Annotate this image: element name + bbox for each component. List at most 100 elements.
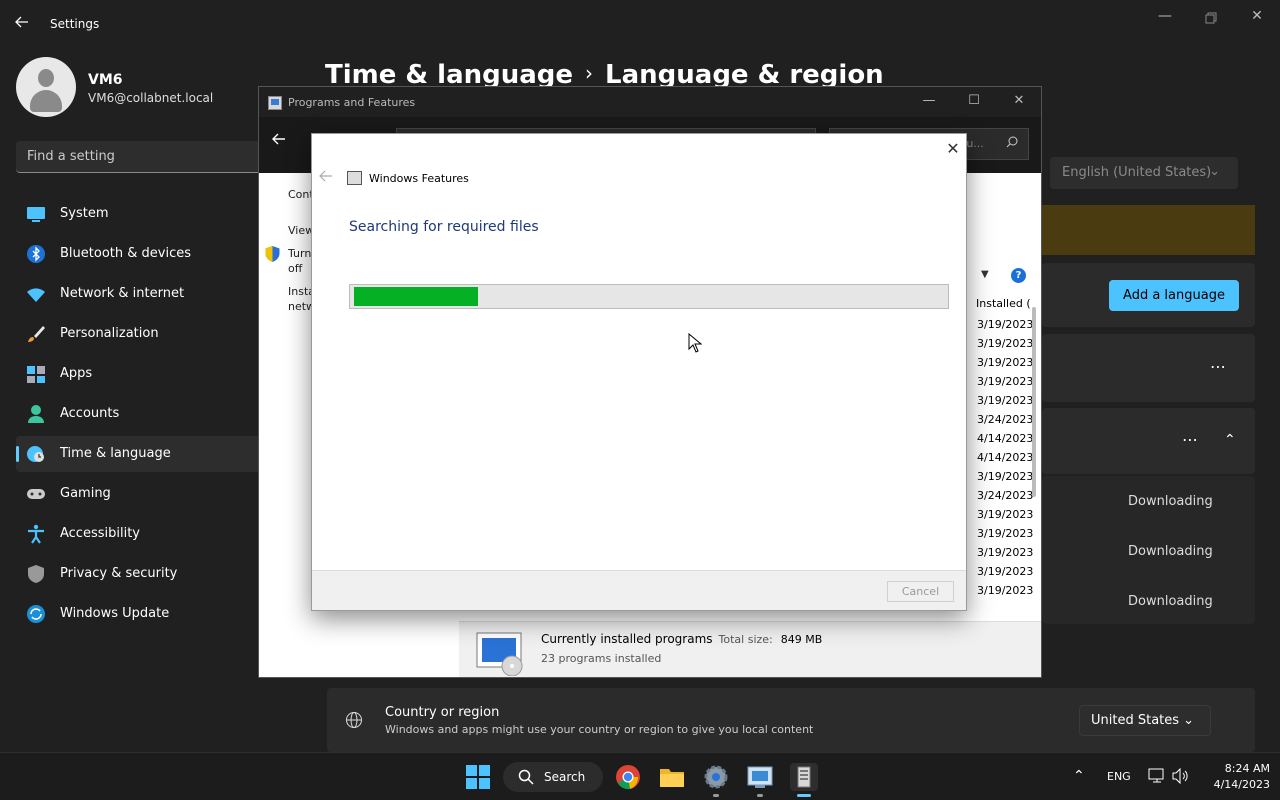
- taskbar-search-button[interactable]: Search: [503, 762, 603, 792]
- column-header-installed-on[interactable]: Installed (: [976, 297, 1031, 310]
- side-link-turn-features[interactable]: Turn: [288, 247, 311, 260]
- settings-gear-icon[interactable]: [702, 763, 730, 791]
- chrome-icon[interactable]: [614, 763, 642, 791]
- gamepad-icon: [26, 484, 46, 504]
- chevron-up-icon[interactable]: ⌃: [1224, 432, 1236, 448]
- sidebar-item-time-language[interactable]: Time & language: [16, 436, 266, 472]
- mouse-cursor-icon: [688, 332, 703, 353]
- progress-bar: [349, 284, 949, 309]
- running-indicator: [713, 794, 719, 797]
- start-windows-icon[interactable]: [464, 763, 492, 791]
- taskbar: Search ⌃ ENG 8:24 AM 4/14/2023: [0, 752, 1280, 800]
- settings-titlebar: Settings — ✕: [0, 0, 1280, 48]
- sidebar-item-system[interactable]: System: [16, 196, 266, 232]
- country-region-dropdown[interactable]: United States ⌄: [1079, 705, 1211, 736]
- sidebar-item-label: Gaming: [60, 486, 111, 501]
- app-title: Settings: [50, 17, 100, 31]
- total-size-label: Total size:: [718, 633, 773, 646]
- side-link-turn-features-cont[interactable]: off: [288, 262, 302, 275]
- scrollbar[interactable]: [1032, 307, 1036, 497]
- file-explorer-icon[interactable]: [658, 763, 686, 791]
- table-cell-date: 3/19/2023: [977, 584, 1034, 597]
- table-cell-date: 3/19/2023: [977, 565, 1034, 578]
- accessibility-icon: [26, 524, 46, 544]
- taskbar-search-label: Search: [544, 770, 586, 784]
- uac-shield-icon: [265, 246, 280, 266]
- side-link-control-panel-home[interactable]: Cont: [288, 188, 314, 201]
- programs-count: 23 programs installed: [541, 652, 662, 665]
- windows-features-icon: [347, 171, 362, 185]
- more-options-icon[interactable]: ⋯: [1182, 430, 1199, 449]
- sidebar-item-label: Time & language: [60, 446, 171, 461]
- shield-icon: [26, 564, 46, 584]
- download-status: Downloading: [1128, 494, 1213, 509]
- cancel-button[interactable]: Cancel: [887, 581, 954, 602]
- input-language[interactable]: ENG: [1107, 770, 1131, 783]
- warning-banner: [1042, 205, 1255, 255]
- sidebar-item-personalization[interactable]: Personalization: [16, 316, 266, 352]
- programs-status-title: Currently installed programs: [541, 632, 713, 646]
- sidebar-item-label: Apps: [60, 366, 93, 381]
- preferred-language-dropdown[interactable]: English (United States) ⌄: [1050, 157, 1238, 189]
- back-arrow-icon[interactable]: [271, 131, 287, 151]
- sidebar-item-apps[interactable]: Apps: [16, 356, 266, 392]
- system-clock[interactable]: 8:24 AM 4/14/2023: [1200, 761, 1270, 793]
- sidebar-item-label: Personalization: [60, 326, 159, 341]
- programs-icon: [476, 632, 526, 677]
- close-icon[interactable]: ✕: [1004, 93, 1034, 111]
- tray-chevron-up-icon[interactable]: ⌃: [1073, 768, 1085, 784]
- bluetooth-icon: [26, 244, 46, 264]
- search-icon: [1005, 135, 1019, 152]
- sidebar-item-network[interactable]: Network & internet: [16, 276, 266, 312]
- person-icon: [26, 404, 46, 424]
- country-region-title: Country or region: [385, 705, 500, 720]
- clock-time: 8:24 AM: [1224, 762, 1270, 775]
- table-cell-date: 4/14/2023: [977, 432, 1034, 445]
- help-icon[interactable]: ?: [1011, 268, 1026, 283]
- sidebar-item-bluetooth[interactable]: Bluetooth & devices: [16, 236, 266, 272]
- table-cell-date: 3/19/2023: [977, 527, 1034, 540]
- minimize-icon[interactable]: —: [914, 93, 944, 111]
- back-arrow-icon[interactable]: [14, 14, 34, 34]
- sidebar-item-accounts[interactable]: Accounts: [16, 396, 266, 432]
- windows-features-dialog: ✕ Windows Features Searching for require…: [311, 133, 967, 611]
- windows-features-task-icon[interactable]: [790, 763, 818, 791]
- progress-bar-fill: [354, 287, 478, 306]
- sidebar-item-label: Accounts: [60, 406, 120, 421]
- search-input[interactable]: Find a setting: [16, 141, 276, 173]
- sidebar-item-gaming[interactable]: Gaming: [16, 476, 266, 512]
- close-icon[interactable]: ✕: [1234, 8, 1280, 28]
- wifi-icon: [26, 284, 46, 304]
- download-status: Downloading: [1128, 594, 1213, 609]
- programs-features-title: Programs and Features: [288, 96, 416, 109]
- network-icon[interactable]: [1148, 768, 1166, 788]
- globe-icon: [345, 711, 363, 733]
- country-region-description: Windows and apps might use your country …: [385, 723, 814, 736]
- minimize-icon[interactable]: —: [1142, 8, 1188, 28]
- total-size-value: 849 MB: [780, 633, 823, 646]
- user-name: VM6: [88, 72, 123, 88]
- sidebar-item-accessibility[interactable]: Accessibility: [16, 516, 266, 552]
- table-cell-date: 3/19/2023: [977, 394, 1034, 407]
- table-cell-date: 3/19/2023: [977, 318, 1034, 331]
- table-cell-date: 3/19/2023: [977, 546, 1034, 559]
- control-panel-icon: [268, 95, 282, 114]
- chevron-down-icon: ⌄: [1209, 164, 1220, 179]
- more-options-icon[interactable]: ⋯: [1210, 357, 1227, 376]
- download-status: Downloading: [1128, 544, 1213, 559]
- user-email: VM6@collabnet.local: [88, 91, 214, 105]
- maximize-icon[interactable]: [1188, 8, 1234, 28]
- add-language-button[interactable]: Add a language: [1109, 280, 1239, 311]
- sidebar-item-label: System: [60, 206, 109, 221]
- table-cell-date: 3/19/2023: [977, 470, 1034, 483]
- windows-features-title: Windows Features: [369, 172, 469, 185]
- view-dropdown-icon[interactable]: ▼: [981, 269, 989, 280]
- volume-icon[interactable]: [1172, 767, 1190, 788]
- table-cell-date: 3/19/2023: [977, 356, 1034, 369]
- close-icon[interactable]: ✕: [943, 139, 963, 159]
- sidebar-item-windows-update[interactable]: Windows Update: [16, 596, 266, 632]
- maximize-icon[interactable]: ☐: [959, 93, 989, 111]
- avatar[interactable]: [16, 57, 76, 117]
- control-panel-icon[interactable]: [746, 763, 774, 791]
- sidebar-item-privacy[interactable]: Privacy & security: [16, 556, 266, 592]
